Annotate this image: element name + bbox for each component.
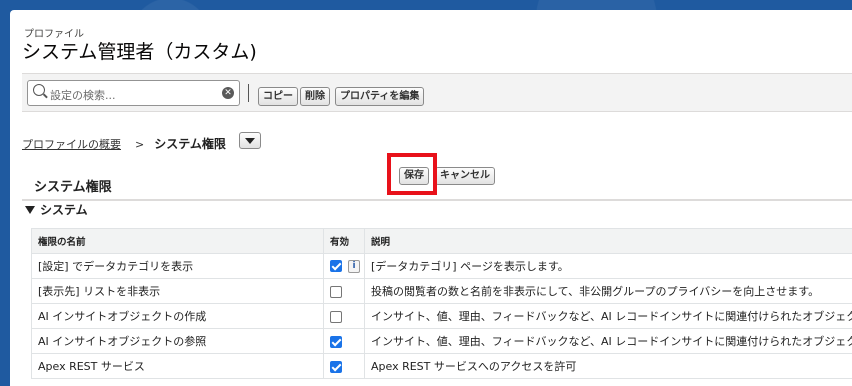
chevron-down-icon[interactable] <box>239 132 261 149</box>
delete-button[interactable]: 削除 <box>300 87 330 106</box>
table-row: AI インサイトオブジェクトの参照 インサイト、値、理由、フィードバックなど、A… <box>31 328 852 354</box>
permission-name: [設定] でデータカテゴリを表示 <box>31 253 324 279</box>
permission-description: インサイト、値、理由、フィードバックなど、AI レコードインサイトに関連付けられ… <box>364 328 852 354</box>
column-header-enabled: 有効 <box>323 228 365 254</box>
info-icon[interactable]: i <box>348 259 360 273</box>
section-title: システム権限 <box>34 180 112 195</box>
permission-name: AI インサイトオブジェクトの参照 <box>31 328 324 354</box>
column-header-description: 説明 <box>364 228 852 254</box>
clear-icon[interactable]: ✕ <box>222 87 234 99</box>
table-header-row: 権限の名前 有効 説明 <box>31 228 852 254</box>
permissions-table: 権限の名前 有効 説明 [設定] でデータカテゴリを表示 i [データカテゴリ]… <box>31 228 852 379</box>
table-row: AI インサイトオブジェクトの作成 インサイト、値、理由、フィードバックなど、A… <box>31 303 852 329</box>
toolbar: 設定の検索... ✕ コピー 削除 プロパティを編集 <box>22 73 852 112</box>
enabled-cell: i <box>323 253 365 279</box>
enabled-checkbox[interactable] <box>330 310 342 323</box>
permission-description: 投稿の閲覧者の数と名前を非表示にして、非公開グループのプライバシーを向上させます… <box>364 278 852 304</box>
enabled-cell <box>323 353 365 379</box>
subsection-toggle[interactable]: システム <box>25 201 88 218</box>
page-title: システム管理者（カスタム) <box>22 41 257 63</box>
permission-name: Apex REST サービス <box>31 353 324 379</box>
column-header-name: 権限の名前 <box>31 228 324 254</box>
search-icon <box>33 84 45 96</box>
setup-page: プロファイル システム管理者（カスタム) 設定の検索... ✕ コピー 削除 プ… <box>10 10 852 386</box>
table-row: [設定] でデータカテゴリを表示 i [データカテゴリ] ページを表示します。 <box>31 253 852 279</box>
cancel-button[interactable]: キャンセル <box>435 167 495 185</box>
copy-button[interactable]: コピー <box>258 87 298 106</box>
permission-description: [データカテゴリ] ページを表示します。 <box>364 253 852 279</box>
breadcrumb-separator: > <box>135 138 145 151</box>
search-placeholder: 設定の検索... <box>50 89 116 102</box>
triangle-down-icon <box>25 206 35 214</box>
highlight-box <box>387 153 437 195</box>
permission-description: インサイト、値、理由、フィードバックなど、AI レコードインサイトに関連付けられ… <box>364 303 852 329</box>
breadcrumb-current: システム権限 <box>154 137 226 151</box>
permission-name: AI インサイトオブジェクトの作成 <box>31 303 324 329</box>
permission-description: Apex REST サービスへのアクセスを許可 <box>364 353 852 379</box>
subsection-title: システム <box>40 203 88 217</box>
breadcrumb: プロファイルの概要 > システム権限 <box>22 135 226 152</box>
permission-name: [表示先] リストを非表示 <box>31 278 324 304</box>
divider <box>248 84 249 102</box>
search-input[interactable]: 設定の検索... ✕ <box>27 80 240 106</box>
enabled-cell <box>323 328 365 354</box>
edit-properties-button[interactable]: プロパティを編集 <box>335 87 425 106</box>
table-row: Apex REST サービス Apex REST サービスへのアクセスを許可 <box>31 353 852 379</box>
table-row: [表示先] リストを非表示 投稿の閲覧者の数と名前を非表示にして、非公開グループ… <box>31 278 852 304</box>
enabled-checkbox[interactable] <box>330 260 342 273</box>
enabled-cell <box>323 278 365 304</box>
enabled-checkbox[interactable] <box>330 335 342 348</box>
enabled-cell <box>323 303 365 329</box>
enabled-checkbox[interactable] <box>330 360 342 373</box>
enabled-checkbox[interactable] <box>330 285 342 298</box>
breadcrumb-parent-link[interactable]: プロファイルの概要 <box>22 138 121 151</box>
